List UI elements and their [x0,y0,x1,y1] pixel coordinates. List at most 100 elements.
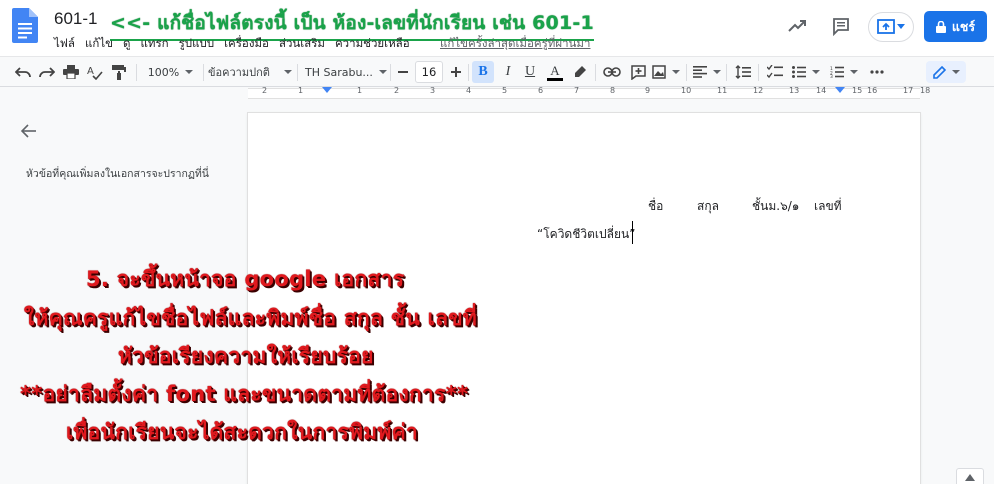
name-label[interactable]: ชื่อ [648,197,663,216]
svg-text:A: A [87,66,94,77]
insert-link-icon[interactable] [601,57,623,87]
decrease-font-size-button[interactable] [394,57,412,87]
ruler-number: 1 [357,86,363,95]
bold-button[interactable]: B [472,61,494,83]
instruction-line-5: เพื่อนักเรียนจะได้สะดวกในการพิมพ์ค่า [66,420,419,444]
chevron-up-icon [965,474,975,481]
ruler-number: 12 [753,86,764,95]
highlight-pen-icon[interactable] [570,57,590,87]
ruler-number: 17 [903,86,914,95]
zoom-select[interactable]: 100% [143,57,198,87]
font-size-input[interactable]: 16 [415,61,443,83]
class-label[interactable]: ชั้นม.๖/๑ [752,197,799,216]
editing-mode-button[interactable] [926,61,966,83]
ruler-number: 15 [852,86,863,95]
checklist-icon[interactable] [764,57,786,87]
google-docs-window: 601-1 <<- แก้ชื่อไฟล์ตรงนี้ เป็น ห้อง-เล… [0,0,994,484]
print-icon[interactable] [61,57,81,87]
docs-logo-icon[interactable] [12,8,38,43]
line-spacing-icon[interactable] [732,57,754,87]
present-button[interactable] [868,12,914,42]
menu-file[interactable]: ไฟล์ [54,35,80,53]
lock-icon [935,20,946,33]
toolbar-divider [686,64,687,81]
more-options-icon[interactable] [866,57,888,87]
plus-icon [451,67,461,77]
essay-title[interactable]: “โควิดชีวิตเปลี่ยน” [537,225,635,244]
instruction-line-3: หัวข้อเรียงความให้เรียบร้อย [118,344,374,368]
ruler-number: 11 [717,86,728,95]
header-bar: 601-1 <<- แก้ชื่อไฟล์ตรงนี้ เป็น ห้อง-เล… [0,0,994,56]
comments-icon[interactable] [829,14,853,38]
right-indent-marker[interactable] [835,87,845,93]
ruler-number: 14 [816,86,827,95]
instruction-line-2: ให้คุณครูแก้ไขชื่อไฟล์และพิมพ์ชื่อ สกุล … [24,306,478,330]
menu-addons[interactable]: ส่วนเสริม [274,35,330,53]
text-color-swatch [547,77,563,81]
instruction-line-1: 5. จะขึ้นหน้าจอ google เอกสาร [86,267,405,291]
document-title[interactable]: 601-1 [54,9,97,29]
menu-tools[interactable]: เครื่องมือ [219,35,274,53]
undo-icon[interactable] [13,57,33,87]
ruler-number: 13 [789,86,800,95]
text-cursor [632,221,633,244]
align-left-icon[interactable] [692,57,722,87]
font-family-select[interactable]: TH Sarabu... [305,57,387,87]
paragraph-style-value: ข้อความปกติ [208,66,270,79]
increase-font-size-button[interactable] [447,57,465,87]
font-family-value: TH Sarabu... [305,65,373,79]
back-arrow-icon[interactable] [20,122,38,140]
toolbar-divider [758,64,759,81]
paragraph-style-select[interactable]: ข้อความปกติ [208,57,292,87]
last-edit-link[interactable]: แก้ไขครั้งล่าสุดเมื่อครู่ที่ผ่านมา [440,35,590,53]
redo-icon[interactable] [37,57,57,87]
italic-button[interactable]: I [498,57,518,87]
ruler-number: 4 [466,86,472,95]
menu-format[interactable]: รูปแบบ [174,35,220,53]
menu-edit[interactable]: แก้ไข [80,35,118,53]
horizontal-ruler[interactable]: 2 1 1 2 3 4 5 6 7 8 9 10 11 12 13 14 15 … [0,86,994,100]
insert-comment-icon[interactable] [627,57,649,87]
ruler-number: 8 [610,86,616,95]
ruler-number: 18 [920,86,931,95]
bulleted-list-icon[interactable] [790,57,822,87]
insert-image-icon[interactable] [651,57,681,87]
left-indent-marker[interactable] [322,87,332,93]
number-label[interactable]: เลขที่ [814,197,842,216]
rename-instruction-overlay: <<- แก้ชื่อไฟล์ตรงนี้ เป็น ห้อง-เลขที่นั… [110,8,594,41]
toolbar-divider [390,64,391,81]
toolbar-divider [297,64,298,81]
activity-trend-icon[interactable] [785,14,809,38]
present-icon [877,19,895,34]
toolbar: A 100% ข้อความปกติ TH Sarabu... 16 B I U… [0,56,994,87]
underline-button[interactable]: U [520,57,540,87]
scroll-up-button[interactable] [956,468,984,484]
toolbar-divider [203,64,204,81]
ruler-number: 6 [538,86,544,95]
ruler-number: 7 [574,86,580,95]
minus-icon [398,71,408,73]
menu-insert[interactable]: แทรก [135,35,173,53]
ruler-number: 1 [298,86,304,95]
ruler-number: 16 [867,86,878,95]
svg-text:3: 3 [830,74,833,78]
text-color-button[interactable]: A [544,57,566,87]
ruler-number: 5 [502,86,508,95]
menu-view[interactable]: ดู [118,35,135,53]
toolbar-divider [726,64,727,81]
spellcheck-icon[interactable]: A [85,57,105,87]
numbered-list-icon[interactable]: 123 [828,57,860,87]
paint-format-icon[interactable] [109,57,129,87]
font-size-value: 16 [421,65,437,79]
zoom-value: 100% [147,65,180,79]
chevron-down-icon [897,24,905,29]
toolbar-divider [595,64,596,81]
surname-label[interactable]: สกุล [697,197,719,216]
ruler-number: 2 [394,86,400,95]
text-color-letter: A [550,62,560,78]
menu-bar: ไฟล์ แก้ไข ดู แทรก รูปแบบ เครื่องมือ ส่ว… [54,35,415,53]
ruler-number: 10 [681,86,692,95]
menu-help[interactable]: ความช่วยเหลือ [330,35,415,53]
pencil-icon [932,65,946,79]
share-button[interactable]: แชร์ [924,11,987,42]
